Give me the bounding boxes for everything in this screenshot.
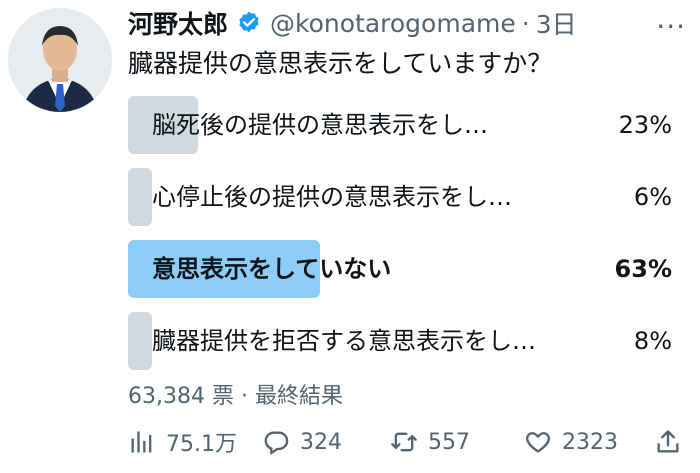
poll-option-4: 臓器提供を拒否する意思表示をし… 8% xyxy=(128,312,672,370)
verified-badge-icon xyxy=(239,11,259,33)
retweet-icon xyxy=(391,432,417,452)
time-separator: · xyxy=(521,8,530,38)
action-bar: 75.1万 324 557 2323 xyxy=(128,422,682,462)
reply-button[interactable]: 324 xyxy=(262,422,342,462)
views-icon xyxy=(131,431,152,453)
poll-option-bar xyxy=(128,312,153,370)
poll-option-3: 意思表示をしていない 63% xyxy=(128,240,672,298)
retweet-button[interactable]: 557 xyxy=(390,422,470,462)
tweet-text: 臓器提供の意思表示をしていますか？ xyxy=(128,49,553,78)
views-count: 75.1万 xyxy=(166,432,237,457)
tweet-header: 河野太郎 @konotarogomame · 3日 xyxy=(128,6,690,40)
reply-count: 324 xyxy=(300,429,342,455)
poll-option-label: 臓器提供を拒否する意思表示をし… xyxy=(152,327,536,355)
reply-icon xyxy=(264,431,289,455)
poll-option-label: 意思表示をしていない xyxy=(152,255,392,283)
views-button[interactable]: 75.1万 xyxy=(128,422,237,462)
more-icon[interactable]: ··· xyxy=(656,10,686,43)
poll-meta: 63,384 票 · 最終結果 xyxy=(128,384,343,409)
poll-option-label: 心停止後の提供の意思表示をし… xyxy=(152,183,512,211)
retweet-count: 557 xyxy=(428,429,470,455)
author-name[interactable]: 河野太郎 xyxy=(128,5,228,41)
poll-option-1: 脳死後の提供の意思表示をし… 23% xyxy=(128,96,672,154)
poll-option-percent: 6% xyxy=(633,183,672,211)
poll-option-percent: 8% xyxy=(633,327,672,355)
like-button[interactable]: 2323 xyxy=(524,422,618,462)
timestamp[interactable]: 3日 xyxy=(536,5,577,41)
avatar[interactable] xyxy=(8,8,112,112)
like-count: 2323 xyxy=(562,429,618,455)
poll-option-bar xyxy=(128,168,153,226)
share-button[interactable] xyxy=(654,422,682,462)
poll-option-percent: 63% xyxy=(614,255,672,283)
poll-option-percent: 23% xyxy=(618,111,672,139)
like-icon xyxy=(526,432,550,453)
author-handle[interactable]: @konotarogomame xyxy=(270,9,516,38)
poll-option-2: 心停止後の提供の意思表示をし… 6% xyxy=(128,168,672,226)
poll: 脳死後の提供の意思表示をし… 23% 心停止後の提供の意思表示をし… 6% 意思… xyxy=(128,96,672,384)
share-icon xyxy=(657,430,679,453)
avatar-photo xyxy=(8,8,112,112)
poll-option-label: 脳死後の提供の意思表示をし… xyxy=(152,111,488,139)
